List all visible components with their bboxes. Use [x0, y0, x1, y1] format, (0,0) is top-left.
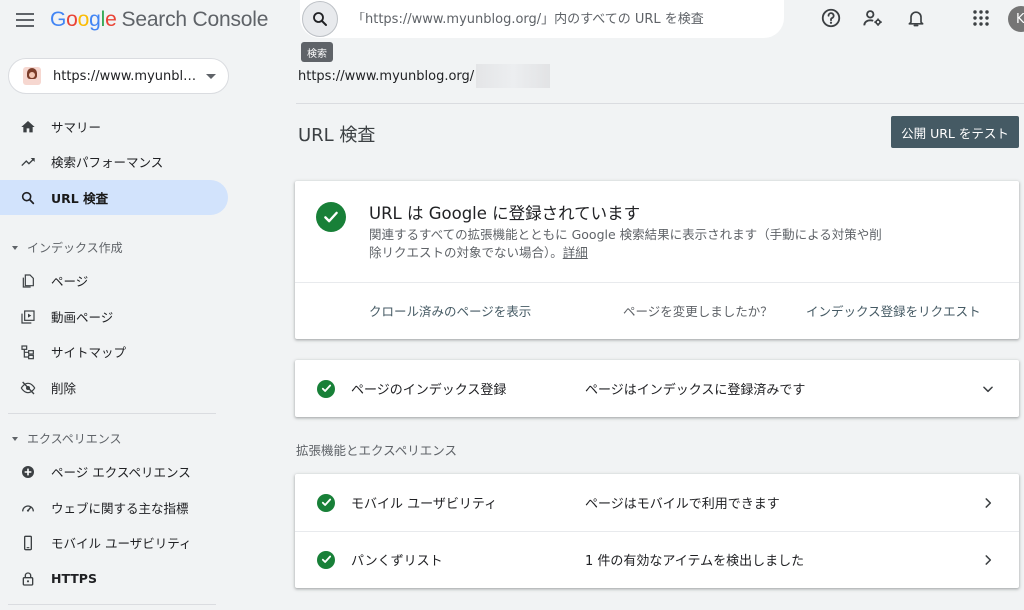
check-circle-icon	[317, 550, 335, 569]
sidebar-divider	[8, 413, 216, 414]
mobile-icon	[20, 535, 36, 551]
page-experience-icon	[20, 464, 36, 480]
sidebar-item-label: モバイル ユーザビリティ	[51, 536, 192, 551]
search-icon	[313, 12, 327, 26]
inspected-url: https://www.myunblog.org/	[298, 64, 551, 88]
brand: Google Search Console	[16, 6, 268, 34]
status-description: 関連するすべての拡張機能とともに Google 検索結果に表示されます（手動によ…	[369, 227, 882, 260]
collapse-icon	[12, 245, 18, 250]
section-header-experience[interactable]: エクスペリエンス	[12, 430, 122, 447]
product-logo[interactable]: Google Search Console	[50, 8, 268, 32]
view-crawled-page-link[interactable]: クロール済みのページを表示	[369, 301, 531, 320]
expand-chevron-down-icon	[981, 382, 995, 396]
sidebar-item-label: サイトマップ	[51, 345, 127, 360]
index-status-card: URL は Google に登録されています 関連するすべての拡張機能とともに …	[295, 181, 1019, 339]
sidebar-item-label: HTTPS	[51, 571, 97, 586]
caret-down-icon	[206, 73, 216, 79]
menu-icon[interactable]	[16, 13, 34, 27]
sidebar-item-page-experience[interactable]: ページ エクスペリエンス	[0, 454, 228, 489]
sidebar-item-label: ページ	[51, 274, 89, 289]
sidebar-item-url-inspection[interactable]: URL 検査	[0, 180, 228, 215]
row-value: ページはモバイルで利用できます	[585, 497, 780, 512]
manage-users-icon[interactable]	[861, 6, 885, 30]
sidebar-item-label: ページ エクスペリエンス	[51, 465, 191, 480]
card-divider	[295, 282, 1019, 283]
sidebar-item-removals[interactable]: 削除	[0, 370, 228, 405]
sidebar-item-label: サマリー	[51, 120, 102, 135]
details-link[interactable]: 詳細	[563, 245, 588, 260]
sidebar-item-label: URL 検査	[51, 191, 109, 206]
sidebar-item-https[interactable]: HTTPS	[0, 561, 228, 596]
sidebar-item-label: 検索パフォーマンス	[51, 155, 164, 170]
sidebar-item-performance[interactable]: 検索パフォーマンス	[0, 144, 228, 179]
sidebar-item-sitemaps[interactable]: サイトマップ	[0, 334, 228, 369]
request-indexing-button[interactable]: インデックス登録をリクエスト	[806, 301, 981, 320]
search-button[interactable]	[302, 1, 338, 37]
apps-grid-icon[interactable]	[969, 6, 993, 30]
status-title: URL は Google に登録されています	[369, 204, 641, 223]
sidebar-item-video-pages[interactable]: 動画ページ	[0, 299, 228, 334]
collapse-icon	[12, 436, 18, 441]
test-live-url-button[interactable]: 公開 URL をテスト	[891, 116, 1019, 148]
row-label: パンくずリスト	[351, 554, 443, 569]
row-value: 1 件の有効なアイテムを検出しました	[585, 554, 805, 569]
sidebar-item-label: 動画ページ	[51, 310, 114, 325]
url-inspection-search-bar	[300, 0, 784, 38]
notifications-bell-icon[interactable]	[904, 6, 928, 30]
search-tooltip: 検索	[301, 42, 333, 62]
lock-icon	[20, 571, 36, 587]
chevron-right-icon	[981, 553, 995, 567]
check-circle-icon	[316, 202, 346, 232]
search-icon	[20, 190, 36, 206]
page-indexing-row[interactable]: ページのインデックス登録 ページはインデックスに登録済みです	[295, 360, 1019, 417]
sidebar-item-mobile-usability[interactable]: モバイル ユーザビリティ	[0, 525, 228, 560]
url-inspection-input[interactable]	[352, 11, 772, 27]
property-favicon-icon	[23, 67, 41, 85]
video-pages-icon	[20, 309, 36, 325]
main-divider	[296, 103, 1024, 104]
sidebar-item-pages[interactable]: ページ	[0, 263, 228, 298]
google-wordmark: Google	[50, 8, 117, 31]
check-circle-icon	[317, 493, 335, 512]
account-avatar[interactable]: K	[1008, 6, 1024, 32]
redacted-url-path	[476, 64, 551, 88]
sidebar: Google Search Console https://www.myunbl……	[0, 0, 268, 610]
sidebar-item-core-web-vitals[interactable]: ウェブに関する主な指標	[0, 490, 228, 525]
property-selector[interactable]: https://www.myunbl…	[8, 58, 229, 94]
check-circle-icon	[317, 379, 335, 398]
help-icon[interactable]	[819, 6, 843, 30]
enhancements-card: モバイル ユーザビリティ ページはモバイルで利用できます パンくずリスト 1 件…	[295, 474, 1019, 588]
pages-icon	[20, 273, 36, 289]
page-title: URL 検査	[298, 125, 376, 146]
section-header-index[interactable]: インデックス作成	[12, 239, 123, 256]
chevron-right-icon	[981, 496, 995, 510]
sitemap-icon	[20, 344, 36, 360]
trending-up-icon	[20, 154, 36, 170]
home-icon	[20, 119, 36, 135]
row-value: ページはインデックスに登録済みです	[585, 383, 806, 398]
page-indexing-card: ページのインデックス登録 ページはインデックスに登録済みです	[295, 360, 1019, 417]
sidebar-item-summary[interactable]: サマリー	[0, 109, 228, 144]
removals-icon	[20, 380, 36, 396]
mobile-usability-row[interactable]: モバイル ユーザビリティ ページはモバイルで利用できます	[295, 474, 1019, 531]
property-label: https://www.myunbl…	[53, 68, 197, 84]
sidebar-item-label: 削除	[51, 381, 77, 396]
product-name: Search Console	[121, 8, 269, 31]
sidebar-item-label: ウェブに関する主な指標	[51, 501, 189, 516]
breadcrumbs-row[interactable]: パンくずリスト 1 件の有効なアイテムを検出しました	[295, 531, 1019, 588]
page-changed-question: ページを変更しましたか？	[623, 304, 773, 319]
sidebar-divider	[8, 604, 216, 605]
gauge-icon	[20, 500, 36, 516]
enhancements-section-title: 拡張機能とエクスペリエンス	[296, 443, 458, 458]
row-label: ページのインデックス登録	[351, 383, 507, 398]
row-label: モバイル ユーザビリティ	[351, 497, 498, 512]
